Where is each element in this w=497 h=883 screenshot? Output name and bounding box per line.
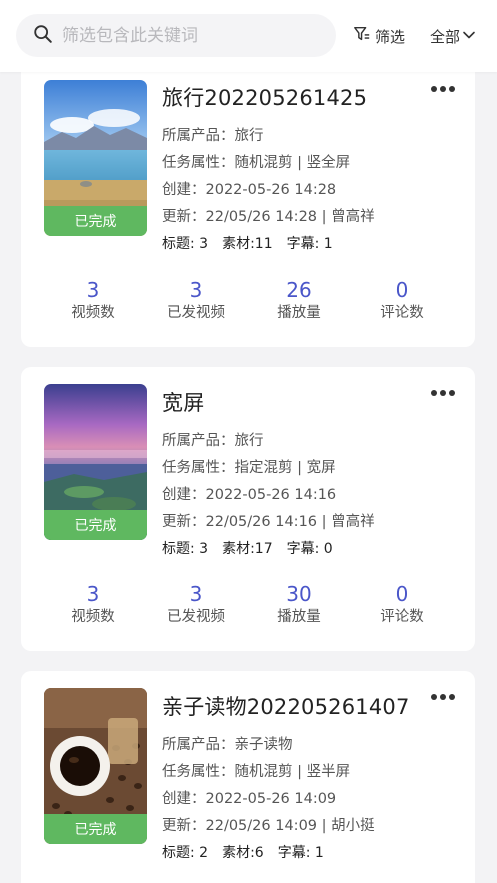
stat-video-count[interactable]: 3 视频数 bbox=[43, 582, 143, 628]
subtitles-count: 字幕: 0 bbox=[286, 541, 333, 557]
more-dot-icon bbox=[431, 390, 437, 396]
stat-published-videos[interactable]: 3 已发视频 bbox=[146, 278, 246, 324]
search-box[interactable] bbox=[16, 14, 336, 57]
task-card[interactable]: 已完成 宽屏 所属产品：旅行 任务属性：指定混剪 | 宽屏 创建：2022-05… bbox=[21, 367, 475, 651]
more-options-button[interactable] bbox=[427, 383, 459, 403]
top-bar: 筛选 全部 bbox=[0, 0, 497, 72]
search-input[interactable] bbox=[62, 25, 312, 46]
stat-value: 26 bbox=[286, 278, 312, 302]
chevron-down-icon bbox=[460, 27, 476, 46]
stat-label: 评论数 bbox=[380, 609, 424, 625]
task-title: 宽屏 bbox=[162, 391, 205, 415]
stat-play-count[interactable]: 30 播放量 bbox=[249, 582, 349, 628]
stat-value: 3 bbox=[86, 582, 100, 606]
task-title: 旅行202205261425 bbox=[162, 86, 368, 110]
more-dot-icon bbox=[440, 694, 446, 700]
stat-comment-count[interactable]: 0 评论数 bbox=[352, 582, 452, 628]
more-dot-icon bbox=[440, 86, 446, 92]
asset-counts: 标题: 3 素材:11 字幕: 1 bbox=[162, 233, 347, 253]
more-dot-icon bbox=[431, 86, 437, 92]
all-dropdown-label: 全部 bbox=[430, 27, 461, 46]
status-badge: 已完成 bbox=[44, 206, 147, 236]
materials-count: 素材:11 bbox=[222, 236, 273, 252]
attribute-line: 任务属性：随机混剪 | 竖半屏 bbox=[162, 764, 351, 780]
more-dot-icon bbox=[449, 390, 455, 396]
stat-video-count[interactable]: 3 视频数 bbox=[43, 278, 143, 324]
status-badge: 已完成 bbox=[44, 510, 147, 540]
stat-published-videos[interactable]: 3 已发视频 bbox=[146, 582, 246, 628]
stat-value: 30 bbox=[286, 582, 312, 606]
task-thumbnail[interactable]: 已完成 bbox=[44, 80, 147, 236]
task-title: 亲子读物202205261407 bbox=[162, 695, 410, 719]
attribute-line: 任务属性：指定混剪 | 宽屏 bbox=[162, 460, 336, 476]
all-dropdown[interactable]: 全部 bbox=[430, 24, 476, 48]
stat-label: 播放量 bbox=[277, 609, 321, 625]
asset-counts: 标题: 2 素材:6 字幕: 1 bbox=[162, 842, 338, 862]
more-dot-icon bbox=[431, 694, 437, 700]
stat-value: 3 bbox=[189, 582, 203, 606]
task-thumbnail[interactable]: 已完成 bbox=[44, 688, 147, 844]
stat-label: 评论数 bbox=[380, 305, 424, 321]
stat-comment-count[interactable]: 0 评论数 bbox=[352, 278, 452, 324]
created-line: 创建：2022-05-26 14:28 bbox=[162, 182, 337, 198]
stat-value: 0 bbox=[395, 582, 409, 606]
task-stats: 3 视频数 3 已发视频 30 播放量 0 评论数 bbox=[21, 582, 475, 632]
stat-label: 已发视频 bbox=[167, 305, 225, 321]
task-card[interactable]: 已完成 亲子读物202205261407 所属产品：亲子读物 任务属性：随机混剪… bbox=[21, 671, 475, 883]
attribute-line: 任务属性：随机混剪 | 竖全屏 bbox=[162, 155, 351, 171]
subtitles-count: 字幕: 1 bbox=[286, 236, 333, 252]
filter-icon bbox=[353, 25, 375, 47]
materials-count: 素材:17 bbox=[222, 541, 273, 557]
search-icon bbox=[32, 23, 54, 49]
filter-label: 筛选 bbox=[375, 27, 406, 46]
filter-button[interactable]: 筛选 bbox=[353, 24, 405, 48]
titles-count: 标题: 2 bbox=[162, 845, 209, 861]
more-dot-icon bbox=[440, 390, 446, 396]
subtitles-count: 字幕: 1 bbox=[277, 845, 324, 861]
stat-label: 视频数 bbox=[71, 305, 115, 321]
status-badge: 已完成 bbox=[44, 814, 147, 844]
task-card[interactable]: 已完成 旅行202205261425 所属产品：旅行 任务属性：随机混剪 | 竖… bbox=[21, 57, 475, 347]
task-thumbnail[interactable]: 已完成 bbox=[44, 384, 147, 540]
updated-line: 更新：22/05/26 14:28 | 曾高祥 bbox=[162, 209, 375, 225]
created-line: 创建：2022-05-26 14:16 bbox=[162, 487, 337, 503]
stat-play-count[interactable]: 26 播放量 bbox=[249, 278, 349, 324]
titles-count: 标题: 3 bbox=[162, 541, 209, 557]
product-line: 所属产品：旅行 bbox=[162, 433, 264, 449]
titles-count: 标题: 3 bbox=[162, 236, 209, 252]
more-dot-icon bbox=[449, 694, 455, 700]
stat-value: 3 bbox=[86, 278, 100, 302]
product-line: 所属产品：亲子读物 bbox=[162, 737, 293, 753]
materials-count: 素材:6 bbox=[222, 845, 264, 861]
stat-label: 播放量 bbox=[277, 305, 321, 321]
stat-label: 视频数 bbox=[71, 609, 115, 625]
product-line: 所属产品：旅行 bbox=[162, 128, 264, 144]
asset-counts: 标题: 3 素材:17 字幕: 0 bbox=[162, 538, 347, 558]
more-dot-icon bbox=[449, 86, 455, 92]
more-options-button[interactable] bbox=[427, 687, 459, 707]
more-options-button[interactable] bbox=[427, 79, 459, 99]
updated-line: 更新：22/05/26 14:16 | 曾高祥 bbox=[162, 514, 375, 530]
stat-label: 已发视频 bbox=[167, 609, 225, 625]
updated-line: 更新：22/05/26 14:09 | 胡小挺 bbox=[162, 818, 375, 834]
created-line: 创建：2022-05-26 14:09 bbox=[162, 791, 337, 807]
stat-value: 0 bbox=[395, 278, 409, 302]
task-stats: 3 视频数 3 已发视频 26 播放量 0 评论数 bbox=[21, 278, 475, 328]
stat-value: 3 bbox=[189, 278, 203, 302]
